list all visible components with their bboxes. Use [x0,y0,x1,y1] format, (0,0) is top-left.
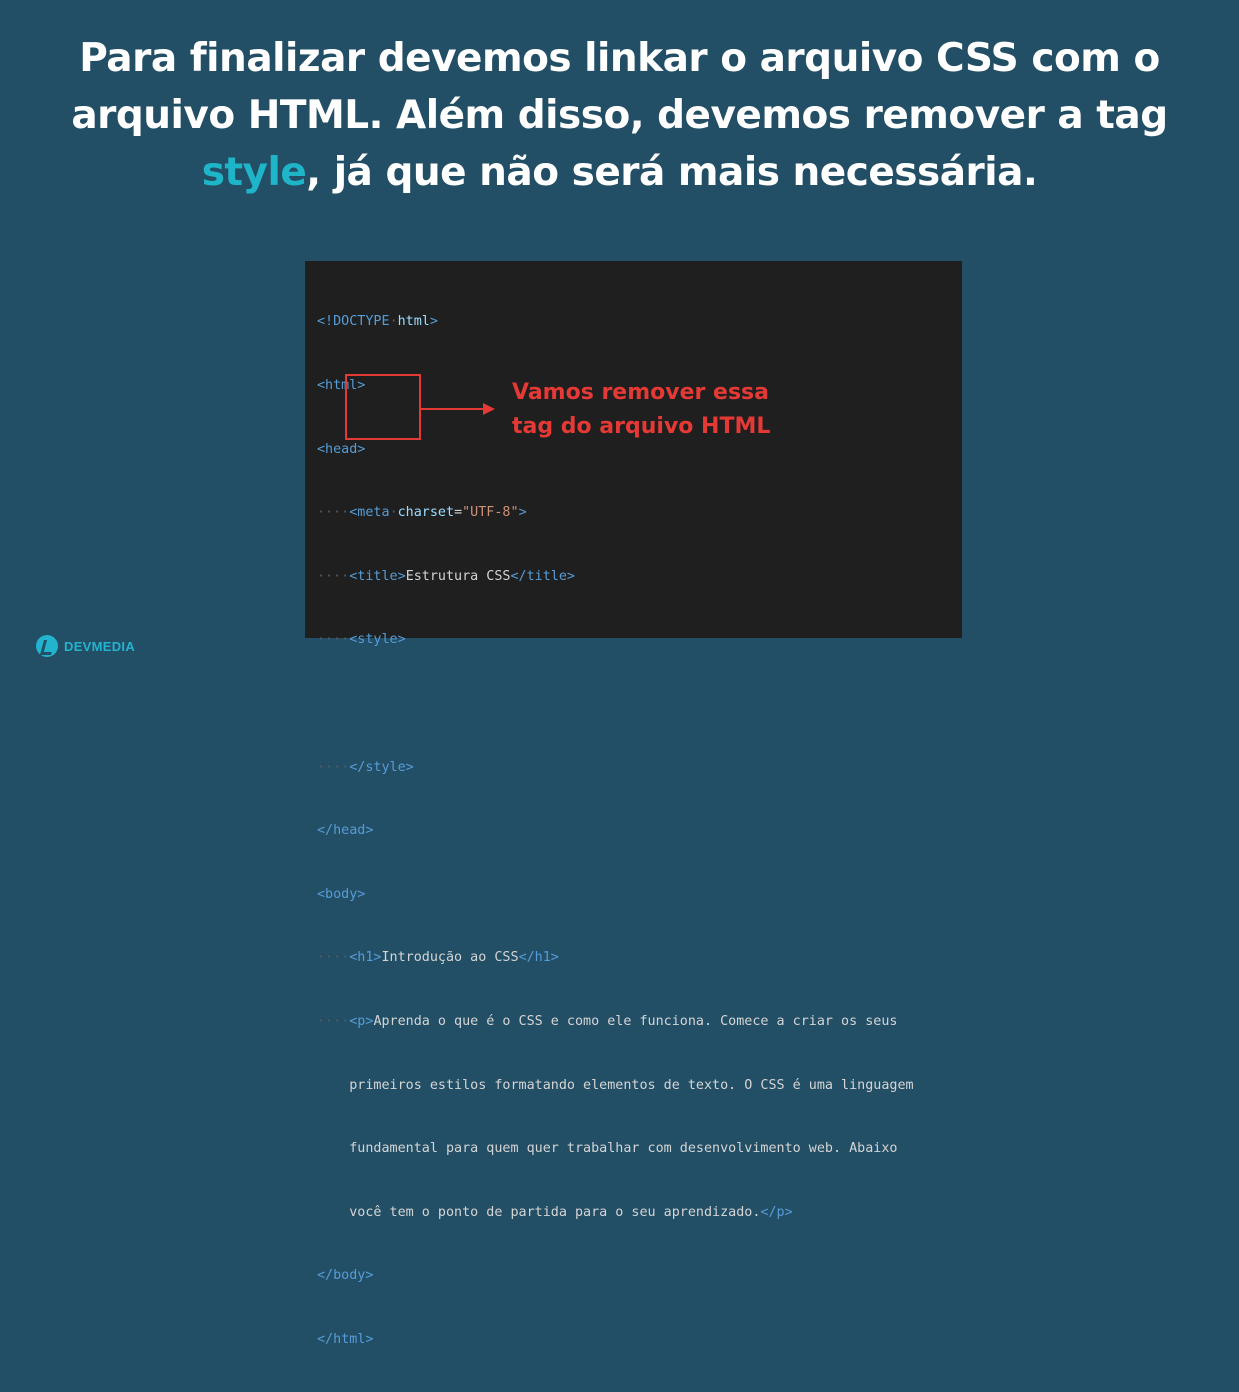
h1-open-tag: <h1> [349,950,382,966]
body-open-tag: <body> [317,886,366,902]
title-close-tag: </title> [510,568,576,584]
h1-text: Introdução ao CSS [381,950,519,966]
code-line-body-open: <body> [317,884,914,905]
head-open-tag: <head> [317,441,366,457]
p-text-1: Aprenda o que é o CSS e como ele funcion… [373,1013,898,1029]
style-close-tag: </style> [349,759,414,775]
devmedia-logo-icon [36,635,58,657]
p-open-tag: <p> [349,1013,374,1029]
code-line-title: ····<title>Estrutura CSS</title> [317,568,576,584]
meta-open-tag: <meta [349,505,390,521]
callout-text: Vamos remover essa tag do arquivo HTML [512,376,770,444]
code-line-html-close: </html> [317,1329,914,1350]
code-line-body-close: </body> [317,1265,914,1286]
code-line-doctype: <!DOCTYPE·html> [317,314,438,330]
callout-line-2: tag do arquivo HTML [512,414,771,439]
devmedia-logo: DEVMEDIA [36,635,135,657]
headline-line-3-rest: , já que não será mais necessária. [306,150,1038,195]
doctype-token: <!DOCTYPE [317,314,390,330]
p-text-4: você tem o ponto de partida para o seu a… [349,1204,761,1220]
title-open-tag: <title> [349,568,406,584]
style-open-tag: <style> [349,632,406,648]
code-line-p-1: ····<p>Aprenda o que é o CSS e como ele … [317,1013,898,1029]
headline-highlight: style [201,150,307,195]
code-editor-screenshot: <!DOCTYPE·html> <html> <head> ····<meta·… [305,261,962,1347]
meta-eq: = [454,505,463,521]
code-line-head-close: </head> [317,820,914,841]
code-line-h1: ····<h1>Introdução ao CSS</h1> [317,950,559,966]
code-line-meta: ····<meta·charset="UTF-8"> [317,505,527,521]
p-text-3: fundamental para quem quer trabalhar com… [349,1141,898,1157]
style-tag-highlight-box [345,374,421,440]
doctype-close-token: > [429,314,438,330]
code-line-p-2: primeiros estilos formatando elementos d… [317,1075,914,1096]
code-line-style-close: ····</style> [317,759,414,775]
callout-arrow-line [421,408,485,410]
headline-line-3: style, já que não será mais necessária. [40,144,1199,201]
code-line-p-4: você tem o ponto de partida para o seu a… [317,1202,914,1223]
meta-value: "UTF-8" [462,505,519,521]
doctype-html-token: html [397,314,430,330]
callout-line-1: Vamos remover essa [512,380,769,405]
code-line-style-open: ····<style> [317,632,406,648]
headline-line-1: Para finalizar devemos linkar o arquivo … [79,36,1160,81]
logo-text: DEVMEDIA [64,638,136,654]
slide-headline: Para finalizar devemos linkar o arquivo … [40,30,1199,201]
meta-close: > [518,505,527,521]
p-close-tag: </p> [760,1204,793,1220]
p-text-2: primeiros estilos formatando elementos d… [349,1077,914,1093]
arrow-right-icon [483,403,495,415]
title-text: Estrutura CSS [405,568,511,584]
html-close-tag: </html> [317,1331,374,1347]
h1-close-tag: </h1> [518,950,559,966]
body-close-tag: </body> [317,1268,374,1284]
code-line-p-3: fundamental para quem quer trabalhar com… [317,1138,914,1159]
headline-line-2: arquivo HTML. Além disso, devemos remove… [71,93,1168,138]
head-close-tag: </head> [317,823,374,839]
meta-attr: charset [397,505,455,521]
